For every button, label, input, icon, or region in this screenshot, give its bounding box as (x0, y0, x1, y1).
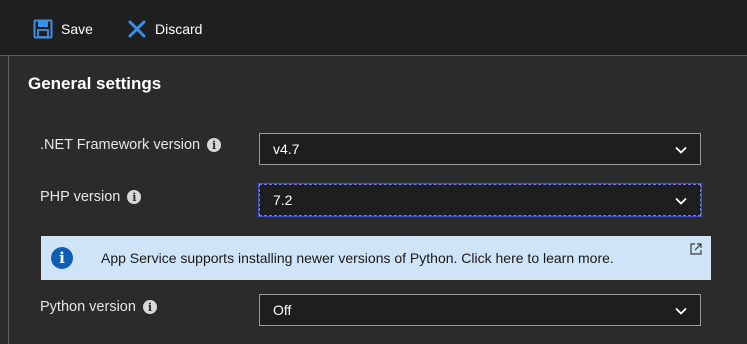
save-label: Save (61, 21, 93, 37)
info-icon: i (51, 247, 73, 269)
chevron-down-icon (675, 197, 687, 205)
dotnet-version-select[interactable]: v4.7 (259, 133, 701, 165)
php-version-label: PHP version i (40, 189, 142, 205)
banner-text: App Service supports installing newer ve… (101, 250, 614, 266)
section-title: General settings (28, 74, 162, 93)
chevron-down-icon (675, 146, 687, 154)
info-icon[interactable]: i (127, 190, 142, 204)
dotnet-version-value: v4.7 (273, 141, 300, 157)
info-icon[interactable]: i (207, 138, 222, 152)
discard-button[interactable]: Discard (126, 15, 202, 43)
php-version-select[interactable]: 7.2 (258, 183, 702, 217)
dotnet-version-label: .NET Framework version i (40, 137, 222, 153)
chevron-down-icon (675, 307, 687, 315)
floppy-disk-icon (32, 19, 53, 40)
php-version-value: 7.2 (273, 192, 293, 208)
python-version-select[interactable]: Off (259, 294, 701, 326)
external-link-icon[interactable] (689, 242, 703, 256)
python-version-label: Python version i (40, 299, 157, 315)
dotnet-version-label-text: .NET Framework version (40, 137, 201, 153)
x-icon (126, 19, 147, 40)
settings-panel: General settings .NET Framework version … (8, 56, 747, 344)
python-version-value: Off (273, 302, 292, 318)
discard-label: Discard (155, 21, 203, 37)
command-bar: Save Discard (0, 0, 747, 56)
python-info-banner[interactable]: i App Service supports installing newer … (41, 236, 711, 280)
php-version-label-text: PHP version (40, 189, 121, 205)
save-button[interactable]: Save (32, 15, 93, 43)
python-version-label-text: Python version (40, 299, 136, 315)
info-icon[interactable]: i (142, 300, 157, 314)
